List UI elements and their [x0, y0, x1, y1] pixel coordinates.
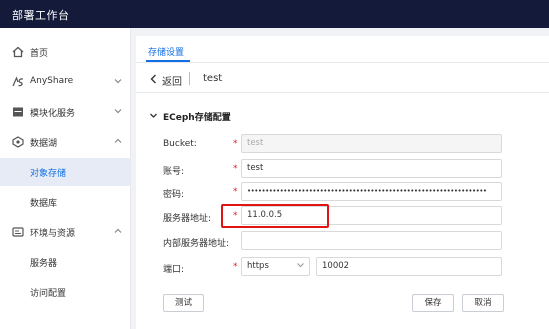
sidebar-item-environment[interactable]: 环境与资源 — [0, 218, 131, 246]
app-title: 部署工作台 — [12, 9, 70, 22]
environment-icon — [12, 227, 24, 237]
main-panel: 存储设置 返回 test ECeph存储配置 Bucket: * test 账号… — [136, 36, 549, 329]
breadcrumb-divider — [189, 72, 190, 85]
save-button[interactable]: 保存 — [412, 294, 454, 312]
page-title: test — [203, 73, 223, 84]
account-label: 账号: — [163, 167, 185, 177]
sidebar-item-anyshare[interactable]: AnyShare — [0, 68, 131, 96]
sidebar-item-label: 数据湖 — [30, 139, 58, 149]
required-mark: * — [233, 139, 238, 149]
sidebar: 首页 AnyShare 模块化服务 数据湖 对象存储 数据库 环境与资源 服务器… — [0, 28, 131, 329]
back-link[interactable]: 返回 — [162, 73, 182, 88]
sidebar-item-label: 访问配置 — [30, 289, 67, 299]
port-field[interactable]: 10002 — [316, 257, 502, 276]
sidebar-item-servers[interactable]: 服务器 — [0, 248, 131, 276]
home-icon — [12, 46, 24, 58]
sidebar-item-data-lake[interactable]: 数据湖 — [0, 128, 131, 156]
tab-active-indicator — [146, 60, 190, 62]
bucket-label: Bucket: — [163, 139, 197, 149]
chevron-left-icon[interactable] — [149, 74, 158, 84]
sidebar-item-label: 环境与资源 — [30, 229, 76, 239]
data-lake-icon — [12, 136, 24, 148]
bucket-field: test — [241, 134, 502, 153]
port-label: 端口: — [163, 265, 185, 275]
sidebar-item-label: 对象存储 — [30, 169, 67, 179]
sidebar-item-label: 首页 — [30, 49, 49, 59]
top-bar: 部署工作台 — [0, 0, 549, 28]
sidebar-item-database[interactable]: 数据库 — [0, 188, 131, 216]
cancel-button[interactable]: 取消 — [462, 294, 504, 312]
password-field[interactable]: ••••••••••••••••••••••••••••••••••••••••… — [241, 182, 502, 201]
chevron-down-icon — [114, 79, 122, 84]
password-label: 密码: — [163, 190, 185, 200]
test-button[interactable]: 测试 — [163, 294, 204, 312]
sidebar-item-label: 数据库 — [30, 199, 58, 209]
internal-server-address-field[interactable] — [241, 231, 502, 250]
required-mark: * — [233, 187, 238, 197]
sidebar-item-access-config[interactable]: 访问配置 — [0, 278, 131, 306]
sidebar-item-object-storage[interactable]: 对象存储 — [0, 158, 131, 186]
tab-bar: 存储设置 — [136, 36, 549, 63]
chevron-up-icon — [114, 138, 122, 143]
sidebar-item-home[interactable]: 首页 — [0, 38, 131, 66]
section-title: ECeph存储配置 — [163, 113, 231, 123]
sidebar-item-label: 模块化服务 — [30, 109, 76, 119]
chevron-down-icon — [114, 109, 122, 114]
server-address-label: 服务器地址: — [163, 214, 212, 224]
highlight-annotation — [221, 204, 329, 228]
chevron-down-icon — [297, 263, 304, 268]
chevron-down-icon[interactable] — [149, 111, 158, 120]
breadcrumb: 返回 test — [136, 65, 549, 93]
sidebar-item-label: 服务器 — [30, 259, 58, 269]
sidebar-item-label: AnyShare — [30, 76, 74, 86]
module-icon — [13, 107, 23, 117]
tab-storage-settings[interactable]: 存储设置 — [148, 45, 184, 58]
anyshare-logo-icon — [12, 76, 24, 87]
required-mark: * — [233, 262, 238, 272]
sidebar-item-modules[interactable]: 模块化服务 — [0, 98, 131, 126]
chevron-up-icon — [114, 228, 122, 233]
required-mark: * — [233, 164, 238, 174]
account-field[interactable]: test — [241, 159, 502, 178]
internal-server-address-label: 内部服务器地址: — [163, 239, 230, 249]
